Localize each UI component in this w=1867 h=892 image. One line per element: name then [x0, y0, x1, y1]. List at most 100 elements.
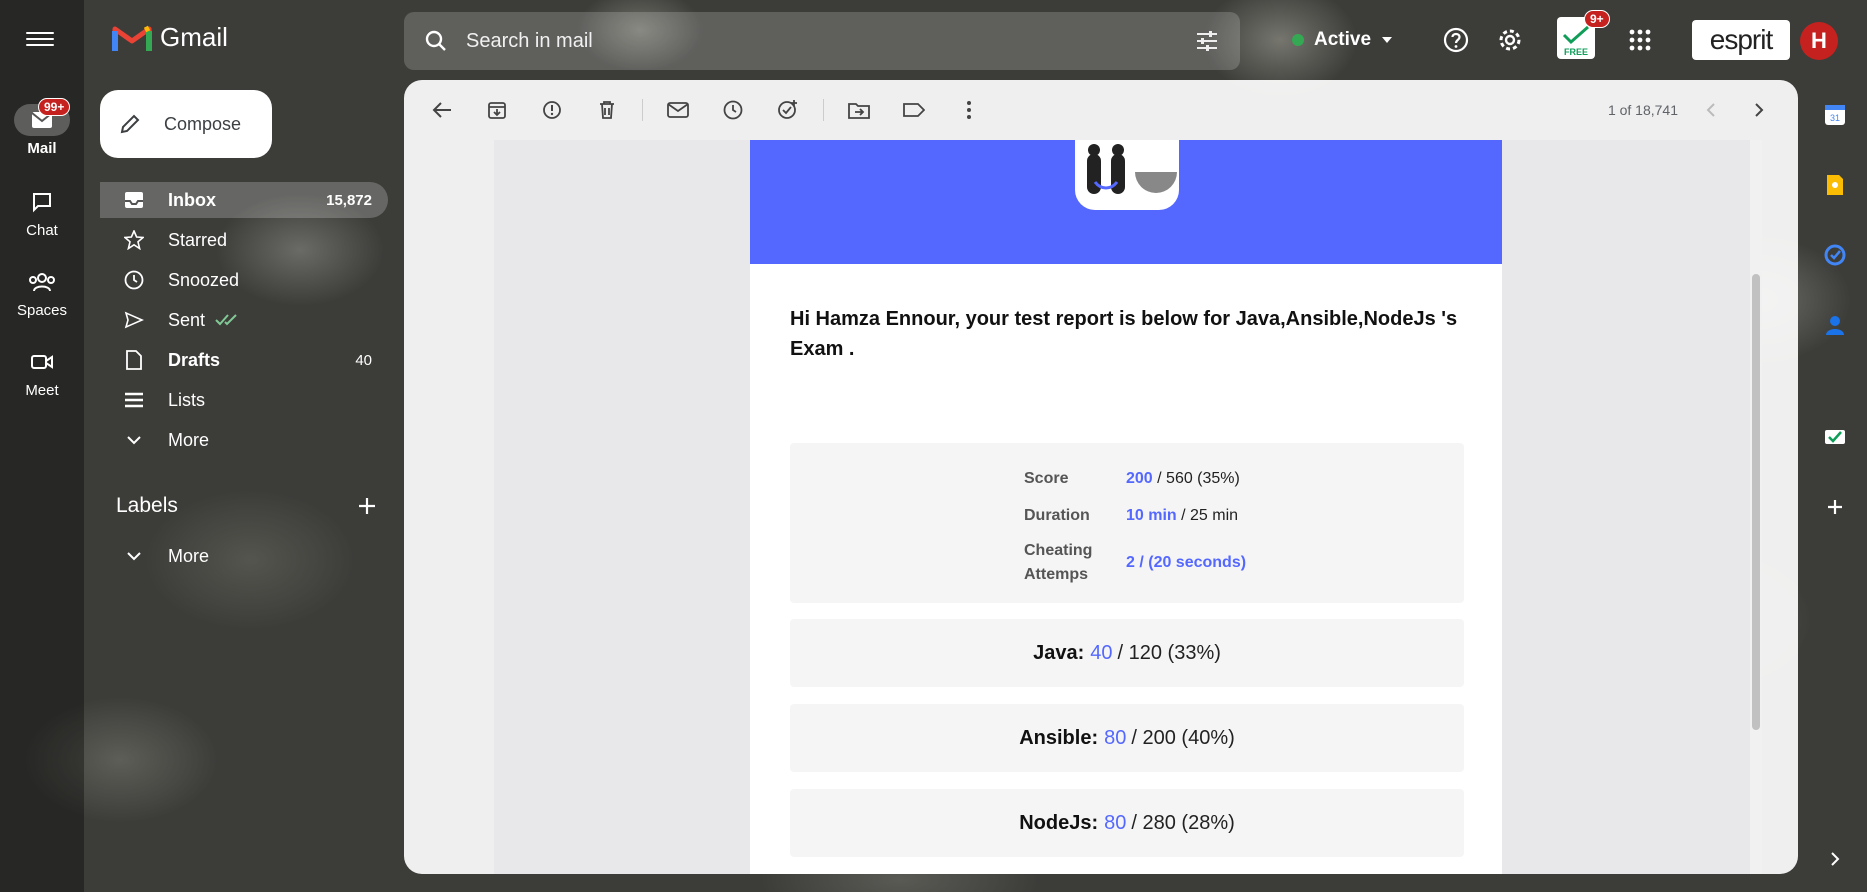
archive-icon[interactable]: [477, 90, 517, 130]
section-got: 80: [1104, 726, 1127, 749]
inbox-count: 15,872: [326, 191, 372, 209]
account-avatar[interactable]: H: [1800, 22, 1838, 60]
summary-got: 10 min: [1126, 507, 1177, 524]
expand-side-panel-chevron-icon[interactable]: [1822, 846, 1848, 872]
compose-button[interactable]: Compose: [100, 90, 272, 158]
nav-label: More: [168, 545, 210, 566]
search-input[interactable]: Search in mail: [466, 30, 1194, 53]
summary-key: Cheating Attemps: [1024, 542, 1093, 583]
email-banner: [750, 140, 1502, 264]
nav-label: More: [168, 429, 210, 450]
chevron-down-icon: [1382, 37, 1393, 43]
section-got: 40: [1090, 641, 1113, 664]
scrollbar-thumb[interactable]: [1752, 274, 1760, 730]
mail-badge: 99+: [38, 98, 71, 116]
settings-gear-icon[interactable]: [1492, 22, 1528, 58]
toolbar-divider: [823, 99, 824, 121]
chat-icon: [14, 186, 70, 218]
hi-logo-icon: [1087, 144, 1177, 194]
summary-key: Score: [1024, 470, 1069, 487]
rail-label-spaces: Spaces: [16, 302, 68, 319]
search-options-icon[interactable]: [1194, 29, 1220, 53]
star-icon: [122, 228, 146, 252]
summary-got: 200: [1126, 470, 1153, 487]
rail-item-spaces[interactable]: Spaces: [0, 266, 84, 319]
nav-label: Lists: [168, 389, 206, 410]
video-camera-icon: [14, 346, 70, 378]
labels-header: Labels: [116, 494, 376, 518]
chevron-left-icon[interactable]: [1696, 102, 1726, 118]
summary-row-score: Score 200 / 560 (35%): [1024, 467, 1240, 491]
move-to-folder-icon[interactable]: [839, 90, 879, 130]
section-rest: / 120 (33%): [1117, 641, 1221, 664]
gmail-m-icon: [112, 25, 152, 51]
nav-item-inbox[interactable]: Inbox 15,872: [100, 182, 388, 218]
rail-item-mail[interactable]: 99+ Mail: [0, 98, 84, 157]
score-summary: Score 200 / 560 (35%) Duration 10 min / …: [790, 443, 1464, 603]
mark-unread-icon[interactable]: [658, 90, 698, 130]
nav-item-lists[interactable]: Lists: [100, 382, 388, 418]
section-ansible: Ansible: 80 / 200 (40%): [790, 704, 1464, 772]
pagination: 1 of 18,741: [1608, 80, 1774, 140]
keep-icon[interactable]: [1822, 172, 1848, 198]
status-label: Active: [1314, 29, 1372, 50]
tasks-icon[interactable]: [1822, 242, 1848, 268]
nav-item-more[interactable]: More: [100, 422, 388, 458]
nav-label: Inbox: [168, 189, 216, 210]
labels-title: Labels: [116, 494, 178, 517]
clock-icon: [122, 268, 146, 292]
status-dropdown[interactable]: Active: [1278, 18, 1410, 62]
labels-more[interactable]: More: [100, 538, 388, 574]
trash-icon[interactable]: [587, 90, 627, 130]
rail-item-meet[interactable]: Meet: [0, 346, 84, 399]
add-task-icon[interactable]: [768, 90, 808, 130]
snooze-clock-icon[interactable]: [713, 90, 753, 130]
label-tag-icon[interactable]: [894, 90, 934, 130]
nav-item-snoozed[interactable]: Snoozed: [100, 262, 388, 298]
calendar-icon[interactable]: 31: [1822, 102, 1848, 128]
notification-badge: 9+: [1584, 10, 1610, 28]
section-nodejs: NodeJs: 80 / 280 (28%): [790, 789, 1464, 857]
chevron-right-icon[interactable]: [1744, 102, 1774, 118]
email-body: Hi Hamza Ennour, your test report is bel…: [494, 140, 1762, 874]
notification-app-icon[interactable]: FREE 9+: [1556, 10, 1610, 60]
add-label-plus-icon[interactable]: [358, 497, 376, 515]
organization-logo[interactable]: esprit: [1692, 20, 1790, 60]
back-arrow-icon[interactable]: [422, 90, 462, 130]
report-spam-icon[interactable]: [532, 90, 572, 130]
section-rest: / 200 (40%): [1131, 726, 1235, 749]
nav-item-sent[interactable]: Sent: [100, 302, 388, 338]
compose-label: Compose: [164, 113, 242, 134]
nav-label: Starred: [168, 229, 228, 250]
section-rest: / 280 (28%): [1131, 811, 1235, 834]
addon-mail-check-icon[interactable]: [1822, 424, 1848, 450]
search-bar[interactable]: Search in mail: [404, 12, 1240, 70]
rail-item-chat[interactable]: Chat: [0, 186, 84, 239]
summary-got: 2 / (20 seconds): [1126, 554, 1247, 571]
check-mail-icon: [1562, 25, 1589, 45]
toolbar-divider: [642, 99, 643, 121]
more-vert-icon[interactable]: [949, 90, 989, 130]
apps-grid-icon[interactable]: [1622, 22, 1658, 58]
rail-label-meet: Meet: [25, 382, 59, 399]
email-scrollbar[interactable]: [1750, 140, 1762, 874]
help-icon[interactable]: [1438, 22, 1474, 58]
contacts-icon[interactable]: [1822, 312, 1848, 338]
add-addon-plus-icon[interactable]: [1822, 494, 1848, 520]
main-menu-icon[interactable]: [26, 28, 54, 52]
gmail-logo[interactable]: Gmail: [112, 22, 228, 53]
send-icon: [122, 308, 146, 332]
section-got: 80: [1104, 811, 1127, 834]
section-name: NodeJs:: [1019, 811, 1099, 834]
message-panel: 1 of 18,741 Hi Hamza Ennour, your test r…: [404, 80, 1798, 874]
summary-rest: / 560 (35%): [1152, 470, 1240, 487]
section-java: Java: 40 / 120 (33%): [790, 619, 1464, 687]
nav-label: Sent: [168, 309, 206, 330]
nav-item-drafts[interactable]: Drafts 40: [100, 342, 388, 378]
app-rail: 99+ Mail Chat Spaces Meet: [0, 0, 84, 892]
nav-item-starred[interactable]: Starred: [100, 222, 388, 258]
message-toolbar: 1 of 18,741: [404, 80, 1798, 140]
chevron-down-icon: [122, 428, 146, 452]
search-icon[interactable]: [424, 29, 448, 53]
section-name: Java:: [1033, 641, 1085, 664]
